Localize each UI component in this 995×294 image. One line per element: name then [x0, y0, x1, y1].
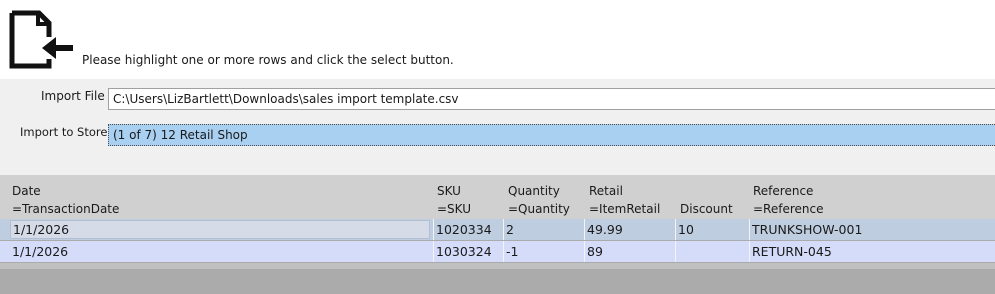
cell-quantity[interactable]: -1 [503, 241, 585, 262]
column-mapping: =Reference [753, 202, 824, 216]
cell-retail[interactable]: 49.99 [584, 219, 676, 240]
cell-retail[interactable]: 89 [584, 241, 676, 262]
column-title: Quantity [508, 184, 560, 198]
cell-reference[interactable]: RETURN-045 [749, 241, 995, 262]
cell-date[interactable]: 1/1/2026 [10, 241, 432, 262]
table-row[interactable]: 1/1/2026 1030324 -1 89 RETURN-045 [0, 241, 995, 262]
import-file-label: Import File [41, 89, 105, 103]
instruction-text: Please highlight one or more rows and cl… [82, 53, 454, 67]
table-row[interactable]: 1/1/2026 1020334 2 49.99 10 TRUNKSHOW-00… [0, 219, 995, 240]
grid-header: Date =TransactionDate SKU =SKU Quantity … [0, 175, 995, 219]
column-title: Retail [589, 184, 623, 198]
cell-date[interactable]: 1/1/2026 [10, 220, 430, 239]
column-mapping: =TransactionDate [12, 202, 120, 216]
import-to-stores-list[interactable]: (1 of 7) 12 Retail Shop [108, 124, 995, 146]
import-file-field[interactable]: C:\Users\LizBartlett\Downloads\sales imp… [108, 88, 995, 110]
column-title: SKU [437, 184, 461, 198]
column-header-retail[interactable]: Retail =ItemRetail [589, 182, 660, 218]
import-options-panel: Import File C:\Users\LizBartlett\Downloa… [0, 79, 995, 175]
import-to-stores-label: Import to Stores [20, 125, 114, 139]
document-import-icon [9, 10, 73, 69]
header: Please highlight one or more rows and cl… [0, 0, 995, 79]
cell-sku[interactable]: 1020334 [433, 219, 504, 240]
column-header-date[interactable]: Date =TransactionDate [12, 182, 119, 218]
import-preview-grid[interactable]: Date =TransactionDate SKU =SKU Quantity … [0, 175, 995, 294]
column-header-sku[interactable]: SKU =SKU [437, 182, 471, 218]
cell-discount[interactable]: 10 [675, 219, 750, 240]
column-mapping: =Quantity [508, 202, 570, 216]
column-title: Discount [680, 202, 733, 216]
column-mapping: =ItemRetail [589, 202, 661, 216]
cell-discount[interactable] [675, 241, 750, 262]
column-title: Reference [753, 184, 814, 198]
column-header-quantity[interactable]: Quantity =Quantity [508, 182, 570, 218]
cell-quantity[interactable]: 2 [503, 219, 585, 240]
column-mapping: =SKU [437, 202, 472, 216]
grid-footer-bar [0, 263, 995, 269]
store-list-item-selected[interactable]: (1 of 7) 12 Retail Shop [113, 128, 248, 142]
column-title: Date [12, 184, 41, 198]
cell-reference[interactable]: TRUNKSHOW-001 [749, 219, 995, 240]
cell-sku[interactable]: 1030324 [433, 241, 504, 262]
column-header-reference[interactable]: Reference =Reference [753, 182, 823, 218]
column-header-discount[interactable]: Discount [680, 200, 733, 218]
